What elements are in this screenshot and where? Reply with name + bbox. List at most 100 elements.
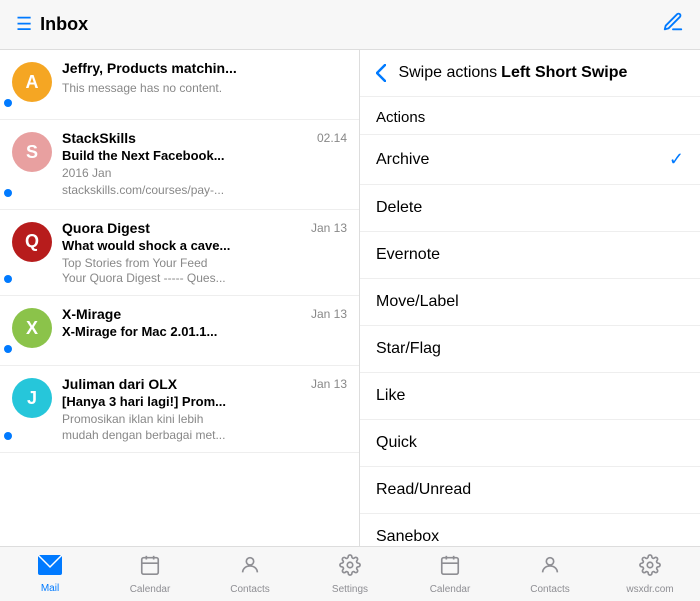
wsxdr-icon bbox=[639, 554, 661, 582]
email-body: X-Mirage Jan 13 X-Mirage for Mac 2.01.1.… bbox=[62, 306, 347, 341]
email-list-item[interactable]: Q Quora Digest Jan 13 What would shock a… bbox=[0, 210, 359, 297]
compose-icon[interactable] bbox=[662, 11, 684, 39]
email-list-item[interactable]: A Jeffry, Products matchin... This messa… bbox=[0, 50, 359, 120]
email-body: Juliman dari OLX Jan 13 [Hanya 3 hari la… bbox=[62, 376, 347, 442]
header-left: ☰ Inbox bbox=[16, 14, 88, 35]
swipe-action-label: Sanebox bbox=[376, 528, 439, 546]
nav-contacts-label: Contacts bbox=[230, 584, 269, 595]
swipe-actions-list: Archive ✓ Delete Evernote Move/Label Sta… bbox=[360, 135, 700, 546]
email-date: Jan 13 bbox=[311, 221, 347, 235]
email-sender: Juliman dari OLX bbox=[62, 376, 177, 392]
nav-calendar-label: Calendar bbox=[130, 584, 171, 595]
email-subject: [Hanya 3 hari lagi!] Prom... bbox=[62, 394, 347, 409]
nav-mail-label: Mail bbox=[41, 583, 59, 594]
email-header-row: StackSkills 02.14 bbox=[62, 130, 347, 146]
swipe-action-item[interactable]: Delete bbox=[360, 185, 700, 232]
header-icons bbox=[662, 11, 684, 39]
swipe-header: Swipe actions Left Short Swipe bbox=[360, 50, 700, 97]
email-subject: Build the Next Facebook... bbox=[62, 148, 347, 163]
calendar-icon bbox=[139, 554, 161, 582]
nav-contacts[interactable]: Contacts bbox=[200, 547, 300, 601]
unread-dot bbox=[4, 275, 12, 283]
email-header-row: Jeffry, Products matchin... bbox=[62, 60, 347, 76]
email-header-row: Quora Digest Jan 13 bbox=[62, 220, 347, 236]
email-sender: Quora Digest bbox=[62, 220, 150, 236]
avatar: A bbox=[12, 62, 52, 102]
avatar: X bbox=[12, 308, 52, 348]
email-header-row: Juliman dari OLX Jan 13 bbox=[62, 376, 347, 392]
nav-settings-label: Settings bbox=[332, 584, 368, 595]
swipe-action-label: Evernote bbox=[376, 246, 440, 264]
email-body: StackSkills 02.14 Build the Next Faceboo… bbox=[62, 130, 347, 199]
swipe-action-item[interactable]: Like bbox=[360, 373, 700, 420]
email-date: Jan 13 bbox=[311, 377, 347, 391]
nav-calendar[interactable]: Calendar bbox=[100, 547, 200, 601]
swipe-action-label: Read/Unread bbox=[376, 481, 471, 499]
email-header-row: X-Mirage Jan 13 bbox=[62, 306, 347, 322]
email-preview: Promosikan iklan kini lebih bbox=[62, 411, 347, 428]
email-preview-line2: mudah dengan berbagai met... bbox=[62, 428, 347, 442]
page-title: Inbox bbox=[40, 14, 88, 35]
checkmark-icon: ✓ bbox=[669, 149, 684, 170]
calendar2-icon bbox=[439, 554, 461, 582]
swipe-action-item[interactable]: Archive ✓ bbox=[360, 135, 700, 185]
back-button[interactable] bbox=[376, 64, 390, 82]
swipe-title-bold: Left Short Swipe bbox=[501, 64, 627, 82]
email-subject: What would shock a cave... bbox=[62, 238, 347, 253]
contacts2-icon bbox=[539, 554, 561, 582]
bottom-nav: Mail Calendar Contacts Settings bbox=[0, 546, 700, 601]
email-preview: 2016 Jan stackskills.com/courses/pay-... bbox=[62, 165, 347, 199]
email-preview: Top Stories from Your Feed bbox=[62, 255, 347, 272]
swipe-action-item[interactable]: Quick bbox=[360, 420, 700, 467]
avatar: S bbox=[12, 132, 52, 172]
swipe-action-item[interactable]: Read/Unread bbox=[360, 467, 700, 514]
nav-contacts2-label: Contacts bbox=[530, 584, 569, 595]
swipe-action-item[interactable]: Evernote bbox=[360, 232, 700, 279]
email-list-item[interactable]: X X-Mirage Jan 13 X-Mirage for Mac 2.01.… bbox=[0, 296, 359, 366]
swipe-action-item[interactable]: Star/Flag bbox=[360, 326, 700, 373]
swipe-action-label: Star/Flag bbox=[376, 340, 441, 358]
email-date: 02.14 bbox=[317, 131, 347, 145]
unread-dot bbox=[4, 432, 12, 440]
email-sender: StackSkills bbox=[62, 130, 136, 146]
swipe-action-label: Like bbox=[376, 387, 405, 405]
swipe-action-item[interactable]: Move/Label bbox=[360, 279, 700, 326]
nav-mail[interactable]: Mail bbox=[0, 547, 100, 601]
avatar: J bbox=[12, 378, 52, 418]
nav-calendar2-label: Calendar bbox=[430, 584, 471, 595]
email-preview: This message has no content. bbox=[62, 80, 347, 97]
email-body: Jeffry, Products matchin... This message… bbox=[62, 60, 347, 97]
swipe-panel: Swipe actions Left Short Swipe Actions A… bbox=[360, 50, 700, 546]
unread-dot bbox=[4, 99, 12, 107]
email-body: Quora Digest Jan 13 What would shock a c… bbox=[62, 220, 347, 286]
unread-dot bbox=[4, 345, 12, 353]
email-sender: X-Mirage bbox=[62, 306, 121, 322]
swipe-action-item[interactable]: Sanebox bbox=[360, 514, 700, 546]
contacts-icon bbox=[239, 554, 261, 582]
avatar: Q bbox=[12, 222, 52, 262]
nav-wsxdr-label: wsxdr.com bbox=[626, 584, 673, 595]
email-preview-line2: Your Quora Digest ----- Ques... bbox=[62, 271, 347, 285]
swipe-action-label: Archive bbox=[376, 151, 429, 169]
app-header: ☰ Inbox bbox=[0, 0, 700, 50]
email-subject: X-Mirage for Mac 2.01.1... bbox=[62, 324, 347, 339]
email-list-item[interactable]: S StackSkills 02.14 Build the Next Faceb… bbox=[0, 120, 359, 210]
email-preview-line2: stackskills.com/courses/pay-... bbox=[62, 182, 347, 199]
nav-contacts2[interactable]: Contacts bbox=[500, 547, 600, 601]
email-sender: Jeffry, Products matchin... bbox=[62, 60, 237, 76]
nav-wsxdr[interactable]: wsxdr.com bbox=[600, 547, 700, 601]
nav-calendar2[interactable]: Calendar bbox=[400, 547, 500, 601]
email-date: Jan 13 bbox=[311, 307, 347, 321]
mail-icon bbox=[38, 555, 62, 581]
nav-settings[interactable]: Settings bbox=[300, 547, 400, 601]
hamburger-menu-icon[interactable]: ☰ bbox=[16, 14, 32, 35]
swipe-action-label: Move/Label bbox=[376, 293, 459, 311]
main-content: A Jeffry, Products matchin... This messa… bbox=[0, 50, 700, 546]
email-list: A Jeffry, Products matchin... This messa… bbox=[0, 50, 360, 546]
swipe-section-header: Actions bbox=[360, 97, 700, 135]
settings-icon bbox=[339, 554, 361, 582]
swipe-title-prefix: Swipe actions bbox=[398, 64, 497, 82]
swipe-action-label: Delete bbox=[376, 199, 422, 217]
swipe-action-label: Quick bbox=[376, 434, 417, 452]
email-list-item[interactable]: J Juliman dari OLX Jan 13 [Hanya 3 hari … bbox=[0, 366, 359, 453]
